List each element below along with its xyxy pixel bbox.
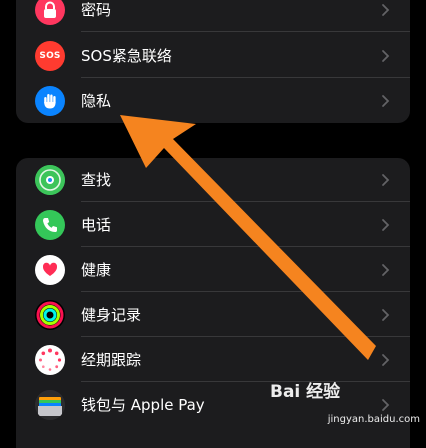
lock-icon	[35, 0, 65, 25]
health-heart-icon	[35, 255, 65, 285]
chevron-right-icon	[382, 4, 390, 16]
settings-row-passcode[interactable]: 密码	[16, 0, 410, 32]
chevron-right-icon	[382, 354, 390, 366]
settings-row-label: 经期跟踪	[81, 351, 142, 369]
row-separator	[81, 336, 410, 337]
settings-row-label: SOS紧急联络	[81, 47, 172, 65]
baidu-watermark: Bai 经验 jingyan.baidu.com	[270, 377, 420, 425]
settings-row-label: 隐私	[81, 92, 112, 110]
cycle-tracking-icon	[35, 345, 65, 375]
row-separator	[81, 291, 410, 292]
find-my-icon	[35, 165, 65, 195]
settings-row-label: 健身记录	[81, 306, 142, 324]
sos-icon: SOS	[35, 41, 65, 71]
phone-icon	[35, 210, 65, 240]
chevron-right-icon	[382, 309, 390, 321]
chevron-right-icon	[382, 50, 390, 62]
row-separator	[81, 201, 410, 202]
row-separator	[81, 77, 410, 78]
settings-row-label: 钱包与 Apple Pay	[81, 396, 205, 414]
hand-icon	[35, 86, 65, 116]
row-separator	[81, 246, 410, 247]
settings-row-label: 电话	[81, 216, 112, 234]
wallet-icon	[35, 390, 65, 420]
settings-row-label: 健康	[81, 261, 112, 279]
settings-row-privacy[interactable]: 隐私	[16, 79, 410, 123]
row-separator	[81, 31, 410, 32]
watermark-logo: Bai 经验	[270, 382, 341, 402]
chevron-right-icon	[382, 219, 390, 231]
settings-row-find-my[interactable]: 查找	[16, 158, 410, 202]
watermark-url: jingyan.baidu.com	[327, 414, 420, 425]
sos-icon-text: SOS	[39, 51, 61, 61]
settings-row-cycle-tracking[interactable]: 经期跟踪	[16, 338, 410, 382]
settings-row-label: 查找	[81, 171, 112, 189]
settings-row-label: 密码	[81, 1, 112, 19]
chevron-right-icon	[382, 174, 390, 186]
activity-rings-icon	[35, 300, 65, 330]
chevron-right-icon	[382, 95, 390, 107]
settings-group-security: 密码 SOS SOS紧急联络 隐私	[16, 0, 410, 123]
settings-row-phone[interactable]: 电话	[16, 203, 410, 247]
chevron-right-icon	[382, 264, 390, 276]
settings-row-activity[interactable]: 健身记录	[16, 293, 410, 337]
settings-row-health[interactable]: 健康	[16, 248, 410, 292]
settings-row-emergency-sos[interactable]: SOS SOS紧急联络	[16, 34, 410, 78]
